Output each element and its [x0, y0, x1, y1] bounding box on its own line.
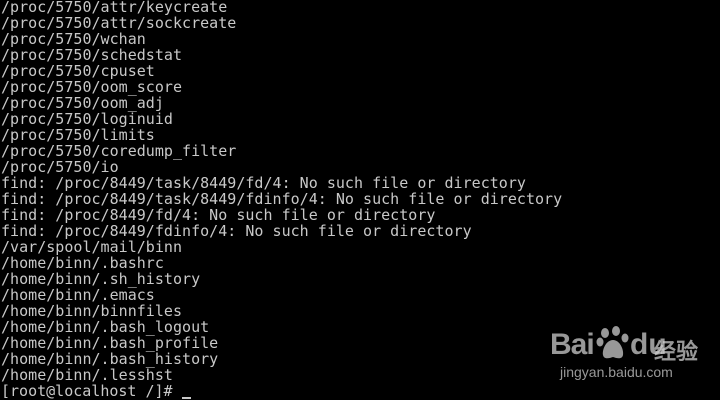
output-line: /home/binn/binnfiles [1, 302, 183, 320]
output-line: /proc/5750/io [1, 158, 119, 176]
baidu-jingyan-watermark: Bai du 经验 jingyan.baidu.com [550, 314, 710, 384]
output-line: /proc/5750/coredump_filter [1, 142, 237, 160]
output-line: /proc/5750/schedstat [1, 46, 183, 64]
error-line: find: /proc/8449/task/8449/fd/4: No such… [1, 174, 526, 192]
error-line: find: /proc/8449/task/8449/fdinfo/4: No … [1, 190, 563, 208]
terminal-window[interactable]: /proc/5750/attr/keycreate /proc/5750/att… [0, 0, 720, 400]
watermark-url: jingyan.baidu.com [560, 364, 673, 380]
output-line: /var/spool/mail/binn [1, 238, 183, 256]
output-line: /home/binn/.bash_logout [1, 318, 210, 336]
output-line: /home/binn/.bashrc [1, 254, 164, 272]
output-line: /proc/5750/attr/sockcreate [1, 14, 237, 32]
output-line: /home/binn/.lesshst [1, 366, 173, 384]
output-line: /home/binn/.bash_history [1, 350, 219, 368]
output-line: /proc/5750/cpuset [1, 62, 155, 80]
output-line: /proc/5750/oom_score [1, 78, 183, 96]
output-line: /proc/5750/loginuid [1, 110, 173, 128]
output-line: /home/binn/.bash_profile [1, 334, 219, 352]
watermark-brand-bai: Bai [550, 328, 595, 361]
text-cursor [181, 397, 191, 399]
watermark-brand-jingyan: 经验 [654, 340, 699, 365]
output-line: /home/binn/.emacs [1, 286, 155, 304]
baidu-paw-icon [596, 326, 629, 359]
error-line: find: /proc/8449/fdinfo/4: No such file … [1, 222, 472, 240]
shell-prompt: [root@localhost /]# [1, 382, 182, 400]
command-prompt-line[interactable]: [root@localhost /]# [1, 383, 562, 399]
output-line: /proc/5750/limits [1, 126, 155, 144]
output-line: /proc/5750/wchan [1, 30, 146, 48]
output-line: /proc/5750/attr/keycreate [1, 0, 228, 16]
output-line: /proc/5750/oom_adj [1, 94, 164, 112]
output-line: /home/binn/.sh_history [1, 270, 201, 288]
error-line: find: /proc/8449/fd/4: No such file or d… [1, 206, 436, 224]
watermark-logo: Bai du 经验 [550, 324, 710, 365]
terminal-output: /proc/5750/attr/keycreate /proc/5750/att… [1, 0, 562, 399]
